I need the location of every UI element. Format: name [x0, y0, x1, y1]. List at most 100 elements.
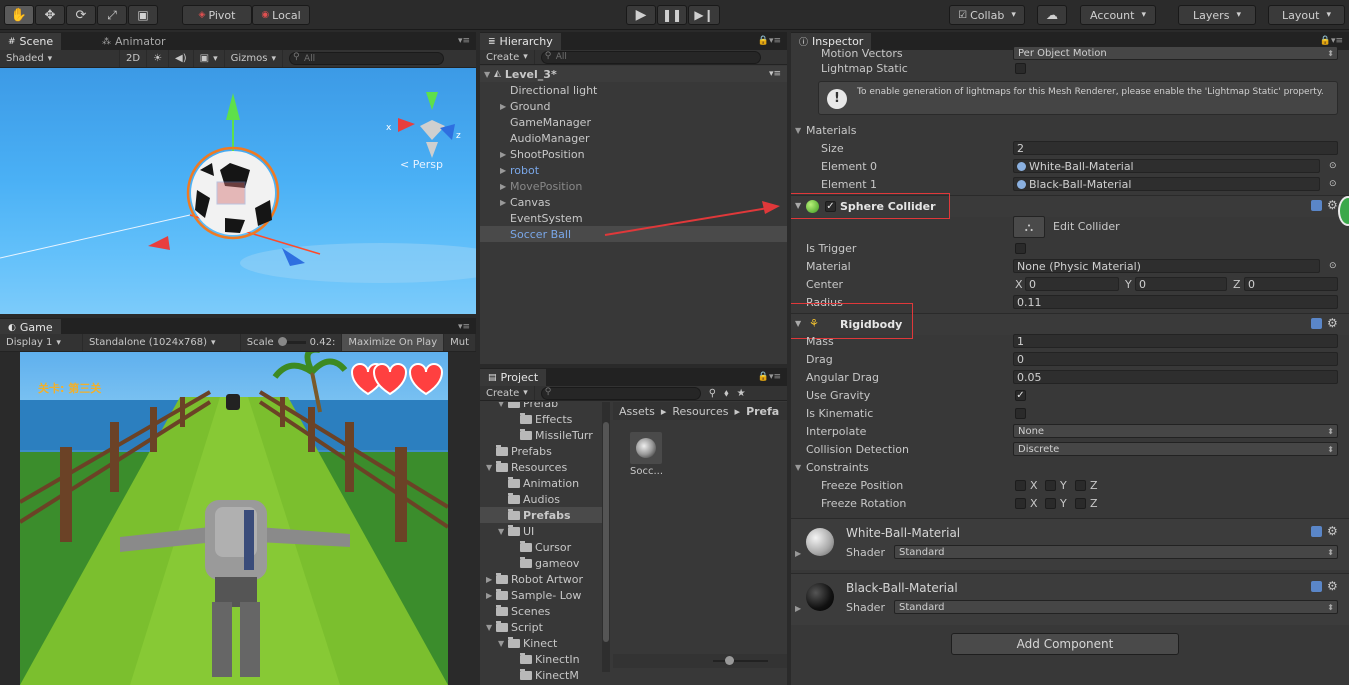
hierarchy-item[interactable]: Soccer Ball [480, 226, 787, 242]
toggle-2d-button[interactable]: 2D [120, 50, 148, 67]
center-x-field[interactable]: 0 [1025, 277, 1119, 291]
expand-arrow-icon[interactable]: ▶ [795, 604, 801, 613]
freeze-position-x-checkbox[interactable] [1015, 479, 1026, 491]
account-dropdown[interactable]: Account [1080, 5, 1156, 25]
hierarchy-item[interactable]: ▶ MovePosition [480, 178, 787, 194]
project-menu-icon[interactable]: 🔒▾≡ [758, 372, 781, 382]
asset-label[interactable]: Socc... [630, 466, 663, 477]
project-folder-item[interactable]: ▼ Resources [480, 459, 567, 475]
expand-arrow-icon[interactable]: ▼ [498, 402, 508, 408]
layout-dropdown[interactable]: Layout [1268, 5, 1345, 25]
game-panel-menu-icon[interactable]: ▾≡ [458, 322, 470, 332]
audio-toggle[interactable]: ◀) [169, 50, 194, 67]
panel-menu-icon[interactable]: ▾≡ [458, 36, 470, 46]
scale-slider[interactable]: Scale 0.42: [241, 334, 343, 351]
layers-dropdown[interactable]: Layers [1178, 5, 1256, 25]
breadcrumb-assets[interactable]: Assets [619, 405, 655, 418]
pause-button[interactable]: ❚❚ [657, 5, 687, 25]
hand-tool-button[interactable]: ✋ [4, 5, 34, 25]
is-trigger-checkbox[interactable] [1015, 242, 1026, 254]
tab-hierarchy[interactable]: ≣ Hierarchy [480, 33, 561, 50]
project-folder-item[interactable]: ▼ UI [480, 523, 534, 539]
tree-scrollbar-thumb[interactable] [603, 422, 609, 642]
angular-drag-field[interactable]: 0.05 [1013, 370, 1338, 384]
breadcrumb-resources[interactable]: Resources [672, 405, 728, 418]
expand-arrow-icon[interactable]: ▶ [500, 182, 510, 191]
project-folder-item[interactable]: Audios [480, 491, 560, 507]
hierarchy-create-dropdown[interactable]: Create [480, 50, 535, 64]
tree-scrollbar[interactable] [602, 402, 610, 672]
center-z-field[interactable]: 0 [1244, 277, 1338, 291]
project-folder-item[interactable]: Effects [480, 411, 572, 427]
hierarchy-item[interactable]: Directional light [480, 82, 787, 98]
scene-search-input[interactable]: All [289, 52, 444, 65]
materials-expand-arrow-icon[interactable]: ▼ [795, 126, 801, 135]
game-view[interactable]: 关卡: 第三关 [20, 352, 448, 685]
expand-arrow-icon[interactable]: ▼ [484, 70, 494, 79]
expand-arrow-icon[interactable]: ▶ [500, 150, 510, 159]
zoom-slider[interactable] [713, 660, 768, 662]
lightmap-static-checkbox[interactable] [1015, 62, 1026, 74]
element0-field[interactable]: White-Ball-Material [1013, 159, 1320, 173]
persp-label[interactable]: < Persp [400, 158, 443, 171]
cloud-button[interactable]: ☁ [1037, 5, 1067, 25]
filter-label-icon[interactable]: ⬧ [724, 388, 729, 399]
collab-button[interactable]: ☑ Collab [949, 5, 1025, 25]
freeze-rotation-y-checkbox[interactable] [1045, 497, 1056, 509]
collider-material-field[interactable]: None (Physic Material) [1013, 259, 1320, 273]
interpolate-dropdown[interactable]: None [1013, 424, 1338, 438]
project-folder-item[interactable]: ▶ Robot Artwor [480, 571, 583, 587]
project-folder-item[interactable]: ▼ Prefab [480, 402, 558, 411]
gear-icon[interactable]: ⚙ [1327, 524, 1338, 538]
project-folder-item[interactable]: gameov [480, 555, 579, 571]
expand-arrow-icon[interactable]: ▼ [486, 463, 496, 472]
help-book-icon[interactable] [1311, 581, 1322, 592]
local-toggle[interactable]: ◉ Local [252, 5, 310, 25]
asset-thumbnail[interactable] [630, 432, 662, 464]
expand-arrow-icon[interactable]: ▶ [500, 198, 510, 207]
freeze-rotation-x-checkbox[interactable] [1015, 497, 1026, 509]
freeze-rotation-z-checkbox[interactable] [1075, 497, 1086, 509]
project-folder-item[interactable]: Scenes [480, 603, 550, 619]
hierarchy-menu-icon[interactable]: 🔒▾≡ [758, 36, 781, 46]
expand-arrow-icon[interactable]: ▶ [500, 102, 510, 111]
scale-slider-track[interactable] [277, 337, 306, 346]
hierarchy-search-input[interactable]: All [540, 50, 761, 64]
mass-field[interactable]: 1 [1013, 334, 1338, 348]
expand-arrow-icon[interactable]: ▼ [486, 623, 496, 632]
drag-field[interactable]: 0 [1013, 352, 1338, 366]
hierarchy-item[interactable]: ▶ robot [480, 162, 787, 178]
project-folder-item[interactable]: ▼ Script [480, 619, 543, 635]
favorite-star-icon[interactable]: ★ [737, 388, 746, 399]
object-picker-icon[interactable]: ⊙ [1329, 161, 1337, 171]
expand-arrow-icon[interactable]: ▼ [498, 639, 508, 648]
effects-dropdown[interactable]: ▣ [194, 50, 225, 67]
move-tool-button[interactable]: ✥ [35, 5, 65, 25]
scale-slider-thumb[interactable] [277, 337, 287, 346]
gear-icon[interactable]: ⚙ [1327, 316, 1338, 330]
constraints-row[interactable]: ▼ Constraints [791, 458, 1349, 476]
rect-tool-button[interactable]: ▣ [128, 5, 158, 25]
object-picker-icon[interactable]: ⊙ [1329, 179, 1337, 189]
scene-menu-icon[interactable]: ▾≡ [769, 69, 781, 79]
expand-arrow-icon[interactable]: ▶ [486, 575, 496, 584]
object-picker-icon[interactable]: ⊙ [1329, 261, 1337, 271]
mute-toggle[interactable]: Mut [444, 334, 476, 351]
expand-arrow-icon[interactable]: ▶ [500, 166, 510, 175]
hierarchy-item[interactable]: ▶ Ground [480, 98, 787, 114]
freeze-position-y-checkbox[interactable] [1045, 479, 1056, 491]
project-folder-item[interactable]: ▶ Sample- Low [480, 587, 581, 603]
expand-arrow-icon[interactable]: ▶ [486, 591, 496, 600]
shader-dropdown[interactable]: Standard [894, 600, 1338, 614]
add-component-button[interactable]: Add Component [951, 633, 1179, 655]
scene-viewport[interactable]: x z < Persp [0, 68, 476, 314]
gear-icon[interactable]: ⚙ [1327, 198, 1338, 212]
black-ball-material-block[interactable]: ▶ Black-Ball-Material Shader Standard ⚙ [791, 573, 1349, 625]
project-folder-item[interactable]: Prefabs [480, 507, 604, 523]
radius-field[interactable]: 0.11 [1013, 295, 1338, 309]
rotate-tool-button[interactable]: ⟳ [66, 5, 96, 25]
collision-detection-dropdown[interactable]: Discrete [1013, 442, 1338, 456]
tab-animator[interactable]: ⁂ Animator [94, 33, 174, 50]
white-ball-material-block[interactable]: ▶ White-Ball-Material Shader Standard ⚙ [791, 518, 1349, 570]
project-folder-item[interactable]: Prefabs [480, 443, 552, 459]
